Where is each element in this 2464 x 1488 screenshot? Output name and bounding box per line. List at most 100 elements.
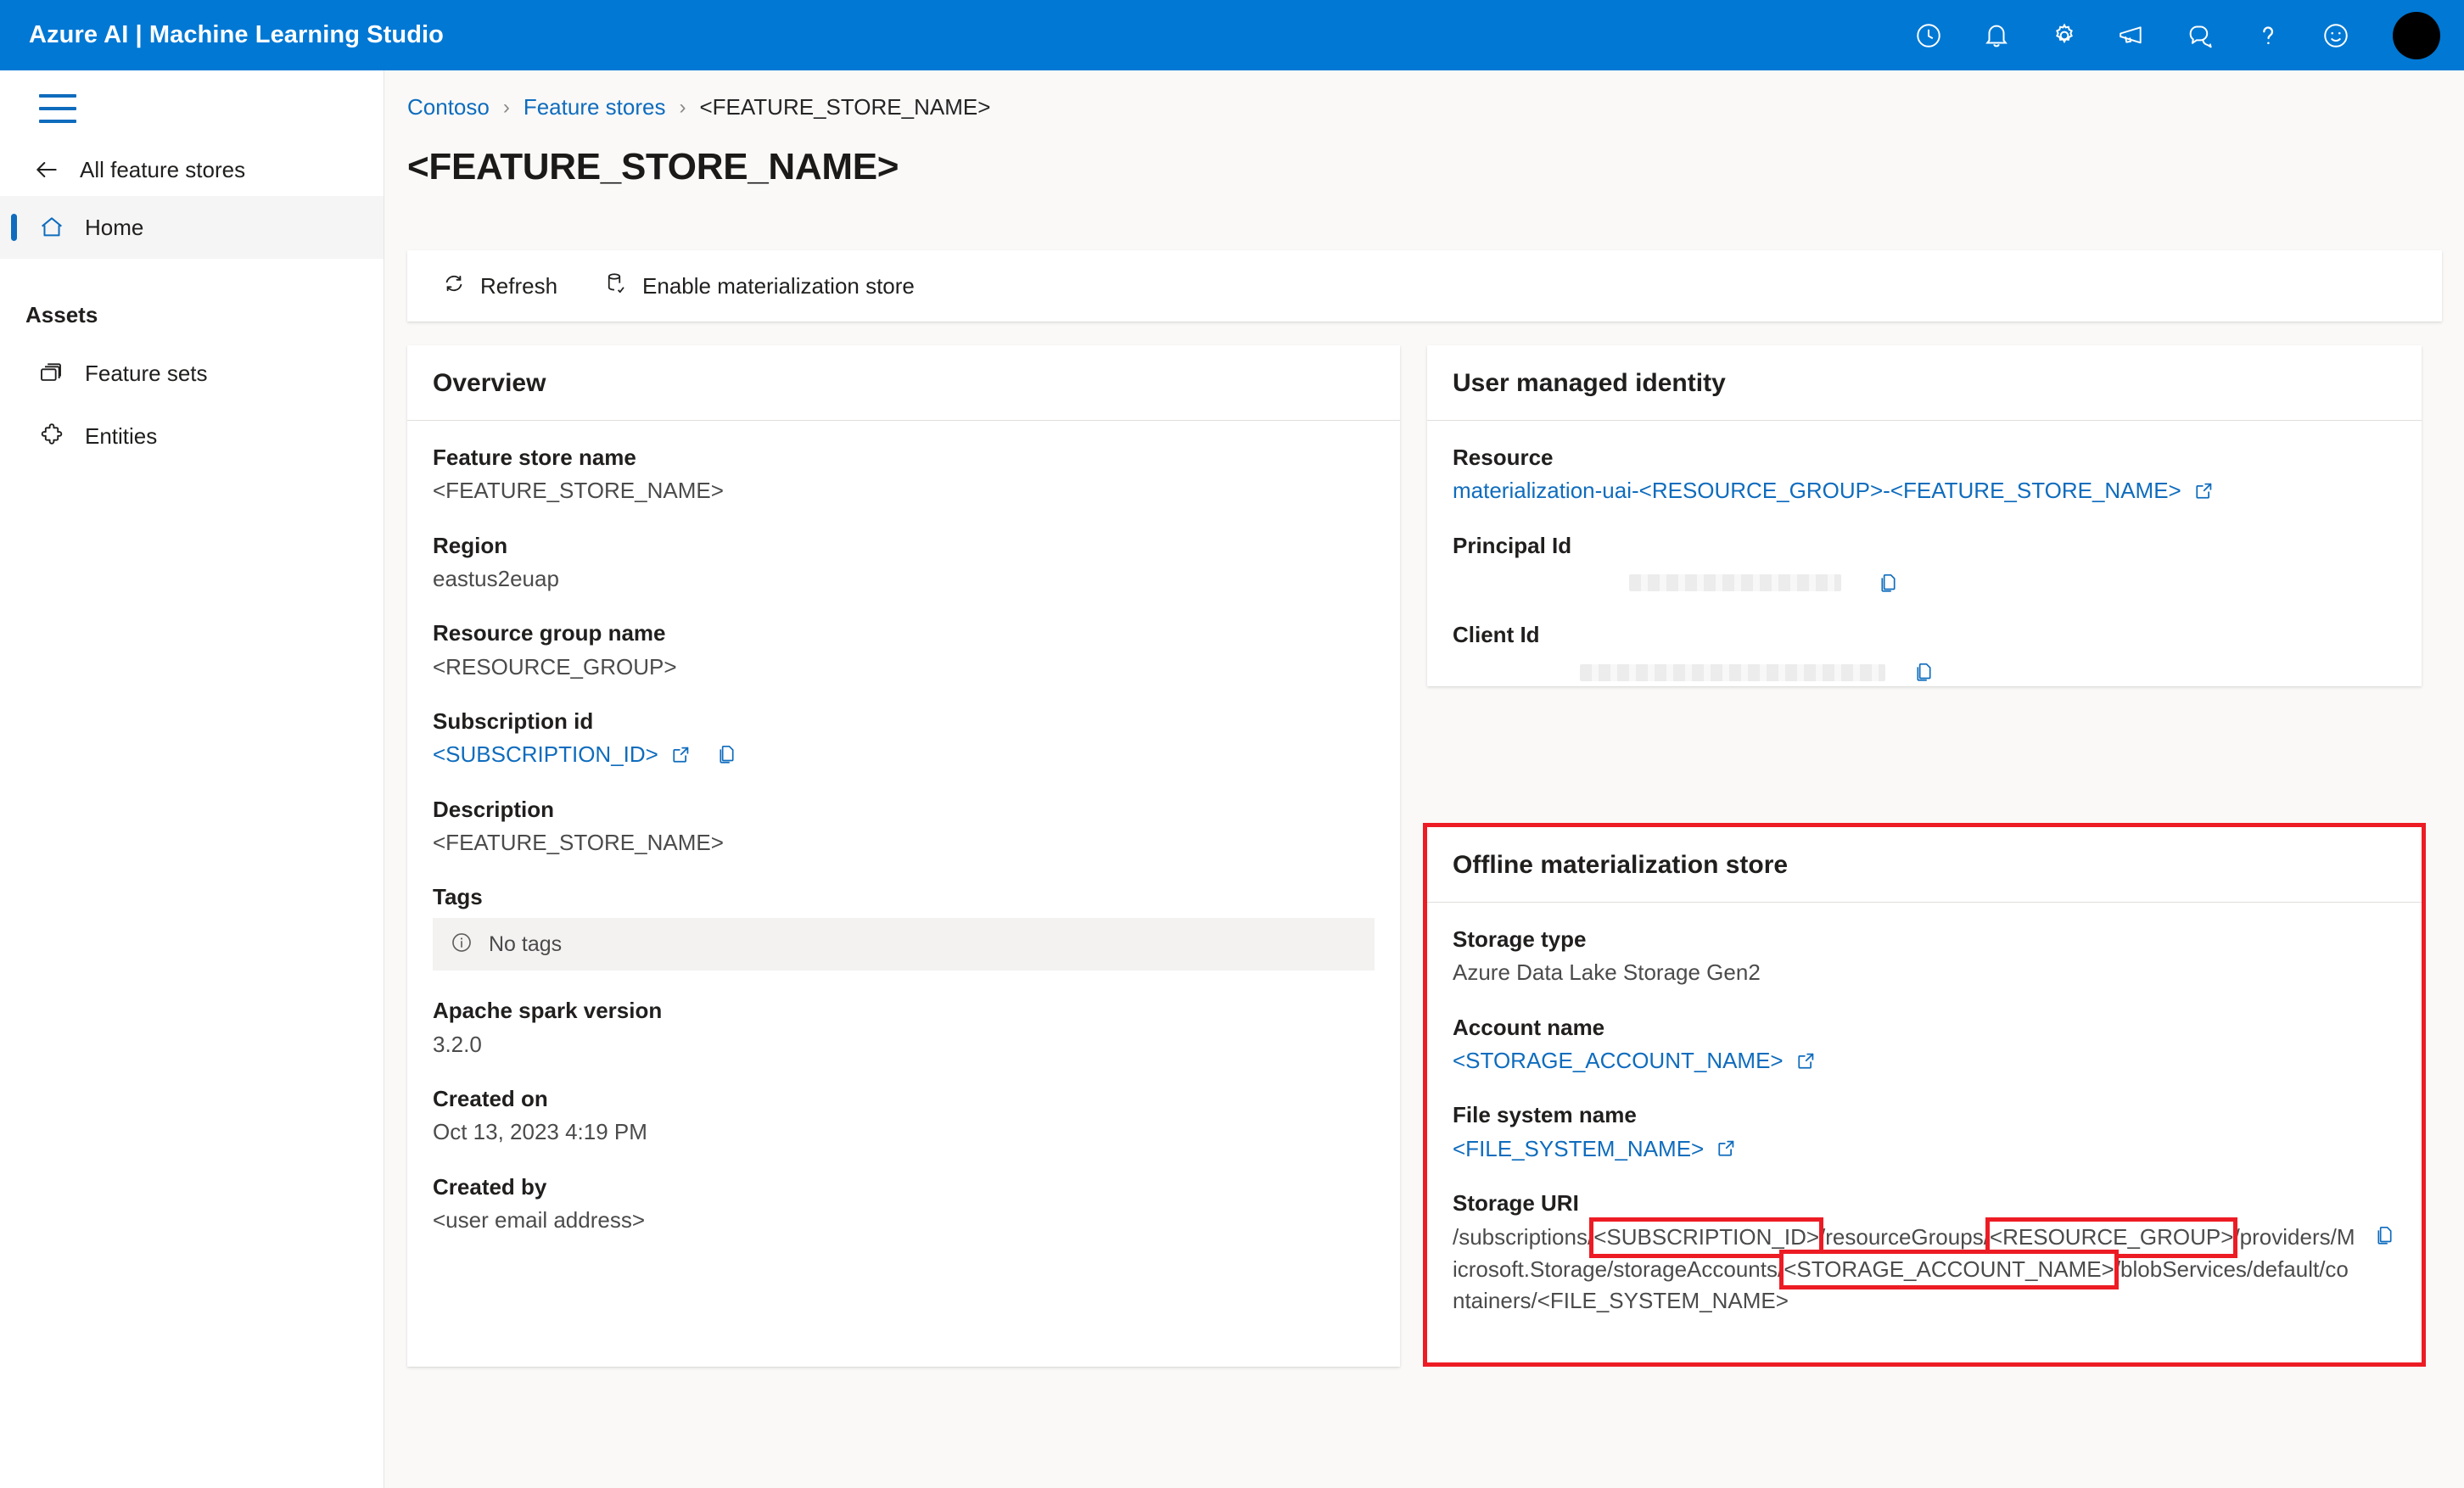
announcements-megaphone-icon[interactable] [2114, 18, 2150, 53]
breadcrumb-separator: › [502, 95, 510, 119]
uri-segment-subscriptions: /subscriptions/ [1453, 1224, 1594, 1250]
copy-subscription-id-icon[interactable] [715, 743, 738, 766]
field-account-name: Account name <STORAGE_ACCOUNT_NAME> [1453, 1013, 2396, 1076]
client-id-label: Client Id [1453, 621, 1540, 647]
field-identity-resource: Resource materialization-uai-<RESOURCE_G… [1453, 443, 2396, 506]
principal-id-value-redacted [1629, 574, 1841, 592]
overview-card: Overview Feature store name <FEATURE_STO… [407, 345, 1400, 1367]
field-resource-group-name: Resource group name <RESOURCE_GROUP> [433, 618, 1375, 681]
field-feature-store-name: Feature store name <FEATURE_STORE_NAME> [433, 443, 1375, 506]
command-toolbar: Refresh Enable materialization store [407, 250, 2442, 322]
field-created-by: Created by <user email address> [433, 1172, 1375, 1235]
subscription-id-label: Subscription id [433, 708, 594, 734]
uri-highlight-subscription-id: <SUBSCRIPTION_ID> [1593, 1222, 1820, 1254]
refresh-label: Refresh [480, 272, 558, 299]
identity-card-header: User managed identity [1427, 345, 2422, 421]
main-content: Contoso › Feature stores › <FEATURE_STOR… [385, 70, 2464, 1488]
client-id-value-redacted [1580, 663, 1885, 681]
resource-group-label: Resource group name [433, 620, 666, 646]
created-by-label: Created by [433, 1173, 547, 1200]
copy-storage-uri-icon[interactable] [2373, 1224, 2396, 1247]
sidebar-assets-heading: Assets [25, 301, 98, 327]
file-system-name-value-row: <FILE_SYSTEM_NAME> [1453, 1134, 2396, 1163]
field-description: Description <FEATURE_STORE_NAME> [433, 795, 1375, 858]
subscription-id-link[interactable]: <SUBSCRIPTION_ID> [433, 740, 658, 769]
sidebar-item-entities[interactable]: Entities [0, 405, 384, 467]
created-on-label: Created on [433, 1086, 548, 1112]
field-created-on: Created on Oct 13, 2023 4:19 PM [433, 1084, 1375, 1147]
field-client-id: Client Id [1453, 620, 2396, 684]
feedback-chat-icon[interactable] [2182, 18, 2218, 53]
identity-resource-label: Resource [1453, 445, 1554, 470]
breadcrumb-item-feature-stores[interactable]: Feature stores [524, 94, 666, 120]
tags-label: Tags [433, 884, 483, 910]
left-navigation: All feature stores Home Assets Feature s… [0, 70, 384, 1488]
sidebar-item-home-label: Home [85, 214, 144, 240]
user-avatar[interactable] [2393, 11, 2440, 59]
field-apache-spark-version: Apache spark version 3.2.0 [433, 996, 1375, 1059]
smiley-feedback-icon[interactable] [2318, 18, 2354, 53]
file-system-name-label: File system name [1453, 1102, 1637, 1128]
breadcrumb-item-contoso[interactable]: Contoso [407, 94, 490, 120]
external-link-icon[interactable] [1716, 1138, 1737, 1159]
sidebar-item-home[interactable]: Home [0, 196, 384, 259]
external-link-icon[interactable] [670, 744, 692, 765]
region-value: eastus2euap [433, 565, 559, 591]
home-icon [37, 213, 66, 242]
sidebar-item-entities-label: Entities [85, 422, 158, 449]
storage-uri-value: /subscriptions/<SUBSCRIPTION_ID>/resourc… [1453, 1222, 2356, 1317]
file-system-name-link[interactable]: <FILE_SYSTEM_NAME> [1453, 1134, 1704, 1163]
back-to-all-feature-stores[interactable]: All feature stores [0, 143, 384, 196]
offline-materialization-store-card: Offline materialization store Storage ty… [1423, 823, 2426, 1367]
feature-store-name-label: Feature store name [433, 445, 636, 470]
history-clock-icon[interactable] [1911, 18, 1946, 53]
database-check-icon [603, 271, 629, 302]
feature-store-name-value: <FEATURE_STORE_NAME> [433, 478, 724, 504]
description-value: <FEATURE_STORE_NAME> [433, 829, 724, 855]
header-icon-group [1911, 11, 2440, 59]
user-managed-identity-card: User managed identity Resource materiali… [1427, 345, 2422, 686]
identity-resource-link[interactable]: materialization-uai-<RESOURCE_GROUP>-<FE… [1453, 476, 2181, 505]
account-name-link[interactable]: <STORAGE_ACCOUNT_NAME> [1453, 1046, 1784, 1075]
hamburger-menu-icon[interactable] [39, 94, 76, 123]
copy-client-id-icon[interactable] [1912, 661, 1935, 684]
external-link-icon[interactable] [1795, 1050, 1817, 1071]
notification-bell-icon[interactable] [1979, 18, 2014, 53]
identity-resource-value-row: materialization-uai-<RESOURCE_GROUP>-<FE… [1453, 476, 2396, 505]
enable-materialization-label: Enable materialization store [642, 272, 915, 299]
storage-uri-label: Storage URI [1453, 1189, 1579, 1216]
enable-materialization-store-button[interactable]: Enable materialization store [591, 260, 927, 311]
storage-uri-value-row: /subscriptions/<SUBSCRIPTION_ID>/resourc… [1453, 1217, 2396, 1317]
overview-card-header: Overview [407, 345, 1400, 421]
account-name-value-row: <STORAGE_ACCOUNT_NAME> [1453, 1046, 2396, 1075]
storage-type-value: Azure Data Lake Storage Gen2 [1453, 959, 1761, 986]
apache-spark-version-value: 3.2.0 [433, 1031, 482, 1057]
info-circle-icon [450, 931, 473, 959]
entities-puzzle-icon [37, 422, 66, 450]
offline-store-card-header: Offline materialization store [1427, 827, 2422, 903]
field-storage-type: Storage type Azure Data Lake Storage Gen… [1453, 925, 2396, 987]
field-tags: Tags No tags [433, 882, 1375, 971]
copy-principal-id-icon[interactable] [1877, 572, 1900, 595]
sidebar-item-feature-sets[interactable]: Feature sets [0, 342, 384, 405]
feature-sets-icon [37, 359, 66, 388]
client-id-value-row [1453, 661, 2396, 684]
app-brand-title: Azure AI | Machine Learning Studio [29, 21, 444, 48]
sidebar-item-feature-sets-label: Feature sets [85, 360, 208, 386]
field-file-system-name: File system name <FILE_SYSTEM_NAME> [1453, 1100, 2396, 1163]
account-name-label: Account name [1453, 1014, 1605, 1040]
external-link-icon[interactable] [2193, 480, 2215, 501]
field-storage-uri: Storage URI /subscriptions/<SUBSCRIPTION… [1453, 1189, 2396, 1317]
page-title: <FEATURE_STORE_NAME> [407, 146, 899, 187]
apache-spark-version-label: Apache spark version [433, 998, 663, 1024]
storage-type-label: Storage type [1453, 926, 1587, 952]
created-by-value: <user email address> [433, 1207, 646, 1233]
principal-id-value-row [1453, 572, 2396, 595]
back-arrow-icon [32, 155, 61, 184]
principal-id-label: Principal Id [1453, 532, 1572, 558]
settings-gear-icon[interactable] [2047, 18, 2082, 53]
breadcrumb-separator: › [679, 95, 686, 119]
refresh-button[interactable]: Refresh [429, 260, 569, 311]
description-label: Description [433, 796, 555, 822]
help-question-icon[interactable] [2250, 18, 2286, 53]
